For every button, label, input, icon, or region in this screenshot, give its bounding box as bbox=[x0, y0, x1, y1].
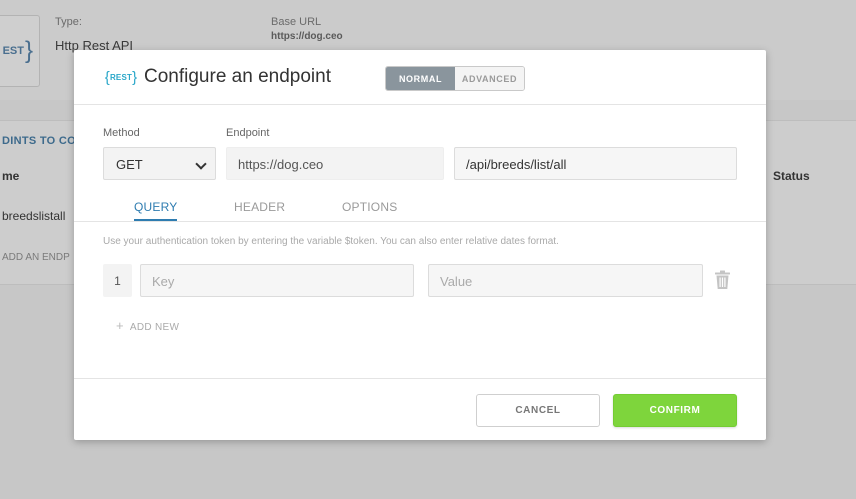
token-hint-text: Use your authentication token by enterin… bbox=[103, 236, 559, 247]
chevron-down-icon bbox=[195, 158, 207, 170]
query-row-index: 1 bbox=[103, 264, 132, 297]
method-select[interactable]: GET bbox=[103, 147, 216, 180]
query-key-input[interactable]: Key bbox=[140, 264, 414, 297]
connector-logo-text: EST bbox=[2, 45, 24, 57]
brace-icon: } bbox=[24, 37, 33, 64]
mode-advanced-button[interactable]: ADVANCED bbox=[455, 67, 524, 90]
tab-header[interactable]: HEADER bbox=[234, 200, 285, 219]
rest-icon-label: REST bbox=[109, 72, 133, 82]
tab-query[interactable]: QUERY bbox=[134, 200, 178, 221]
base-url-value: https://dog.ceo bbox=[271, 31, 343, 42]
column-status-header: Status bbox=[773, 169, 810, 183]
modal-title: Configure an endpoint bbox=[144, 66, 331, 87]
type-label: Type: bbox=[55, 16, 82, 28]
rest-icon: {REST} bbox=[104, 68, 138, 86]
endpoint-base-url-field: https://dog.ceo bbox=[226, 147, 444, 180]
add-endpoint-link[interactable]: ADD AN ENDP bbox=[2, 252, 70, 263]
base-url-label: Base URL bbox=[271, 16, 322, 28]
endpoint-path-input[interactable]: /api/breeds/list/all bbox=[454, 147, 737, 180]
cancel-button[interactable]: CANCEL bbox=[476, 394, 600, 427]
method-select-value: GET bbox=[116, 157, 143, 172]
mode-toggle: NORMAL ADVANCED bbox=[385, 66, 525, 91]
confirm-button[interactable]: CONFIRM bbox=[613, 394, 737, 427]
endpoint-row[interactable]: breedslistall bbox=[2, 209, 65, 223]
column-name-header: me bbox=[2, 169, 20, 183]
add-new-button[interactable]: + ADD NEW bbox=[116, 318, 179, 333]
modal-footer: CANCEL CONFIRM bbox=[74, 378, 766, 440]
tab-options[interactable]: OPTIONS bbox=[342, 200, 397, 219]
modal-header: {REST} Configure an endpoint NORMAL ADVA… bbox=[74, 50, 766, 105]
configure-endpoint-modal: {REST} Configure an endpoint NORMAL ADVA… bbox=[74, 50, 766, 440]
request-tabs: QUERY HEADER OPTIONS bbox=[74, 199, 766, 222]
endpoint-label: Endpoint bbox=[226, 127, 270, 139]
method-label: Method bbox=[103, 127, 140, 139]
plus-icon: + bbox=[116, 318, 124, 333]
query-value-input[interactable]: Value bbox=[428, 264, 703, 297]
connector-logo: EST} bbox=[0, 15, 40, 87]
mode-normal-button[interactable]: NORMAL bbox=[386, 67, 455, 90]
trash-icon[interactable] bbox=[714, 270, 731, 290]
add-new-label: ADD NEW bbox=[129, 322, 180, 333]
